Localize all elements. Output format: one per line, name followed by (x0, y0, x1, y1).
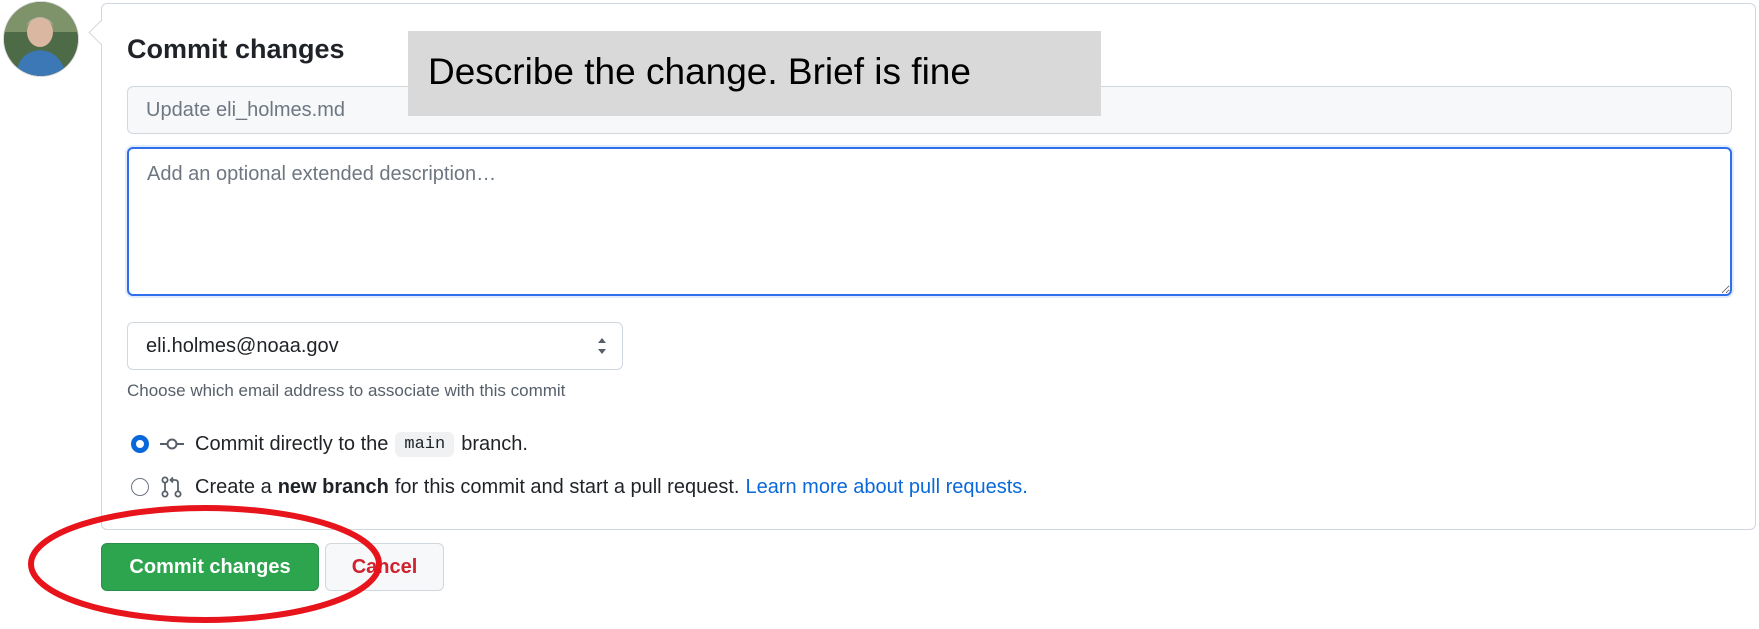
option-new-branch-post: for this commit and start a pull request… (394, 475, 740, 498)
user-avatar-icon (4, 2, 78, 76)
option-new-branch[interactable]: Create a new branch for this commit and … (131, 472, 1028, 502)
commit-title: Commit changes (127, 34, 345, 64)
option-new-branch-pre: Create a (195, 475, 272, 498)
option-direct-post: branch. (461, 432, 528, 455)
git-pull-request-icon (161, 476, 182, 498)
select-arrows-icon (598, 338, 606, 354)
pull-requests-help-link[interactable]: Learn more about pull requests. (745, 476, 1027, 499)
radio-commit-direct[interactable] (131, 435, 149, 453)
extended-description-field[interactable] (127, 147, 1732, 296)
email-select[interactable]: eli.holmes@noaa.gov (127, 322, 623, 370)
branch-name: main (395, 431, 455, 457)
option-direct-pre: Commit directly to the (195, 432, 389, 455)
annotation-callout: Describe the change. Brief is fine (408, 31, 1101, 116)
email-select-value: eli.holmes@noaa.gov (146, 335, 339, 357)
email-help-text: Choose which email address to associate … (127, 381, 566, 400)
cancel-button[interactable]: Cancel (325, 543, 444, 591)
avatar[interactable] (4, 2, 78, 76)
commit-changes-button[interactable]: Commit changes (101, 543, 319, 591)
option-commit-direct[interactable]: Commit directly to the main branch. (131, 429, 528, 459)
option-new-branch-bold: new branch (277, 475, 389, 498)
radio-new-branch[interactable] (131, 478, 149, 496)
git-commit-icon (160, 438, 184, 450)
